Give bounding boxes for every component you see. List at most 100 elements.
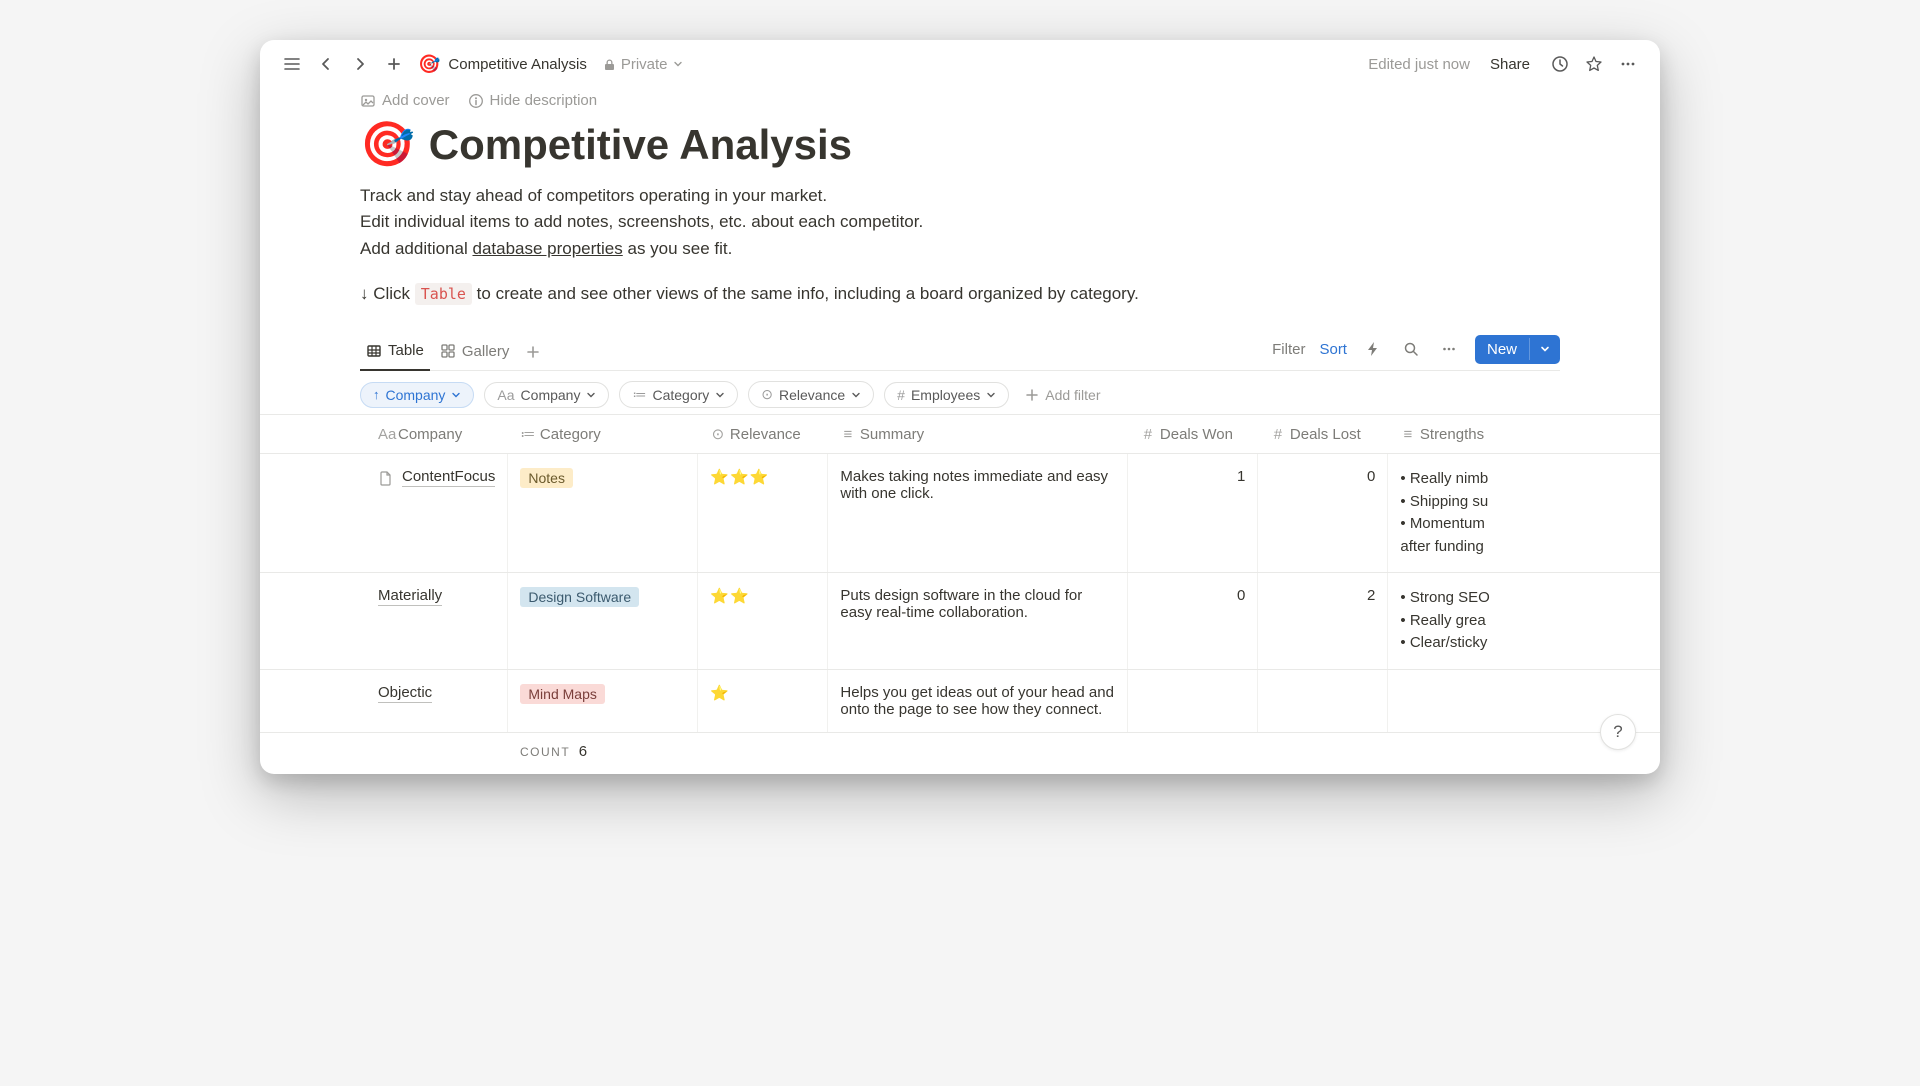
plus-icon [525,344,541,360]
sort-button[interactable]: Sort [1319,341,1347,358]
relevance-stars[interactable]: ⭐⭐ [710,588,749,605]
tab-gallery[interactable]: Gallery [434,335,516,370]
chevron-down-icon [586,390,596,400]
strengths-cell[interactable]: Really nimbShipping suMomentumafter fund… [1388,454,1660,573]
plus-icon [1025,388,1039,402]
view-more-icon[interactable] [1437,337,1461,361]
table-header-row: AaCompany ≔Category ⊙Relevance ≡Summary … [260,415,1660,454]
sort-pill-label: Company [386,387,446,403]
company-cell[interactable]: ContentFocus [378,468,495,487]
menu-icon[interactable] [278,50,306,78]
hide-description-button[interactable]: Hide description [468,92,598,109]
filter-pill-label: Employees [911,387,980,403]
filter-row: ↑ Company AaCompany≔Category⊙Relevance#E… [360,371,1560,414]
deals-won-cell[interactable]: 0 [1128,573,1258,670]
col-strengths[interactable]: ≡Strengths [1388,415,1660,454]
category-tag[interactable]: Design Software [520,587,639,607]
col-summary[interactable]: ≡Summary [828,415,1128,454]
search-icon[interactable] [1399,337,1423,361]
summary-cell[interactable]: Puts design software in the cloud for ea… [828,573,1128,670]
chevron-down-icon [673,59,683,69]
deals-lost-cell[interactable]: 0 [1258,454,1388,573]
breadcrumb[interactable]: 🎯 Competitive Analysis [418,54,587,75]
desc-line-1: Track and stay ahead of competitors oper… [360,183,1560,209]
filter-pill-employees[interactable]: # Employees [884,382,1009,408]
company-cell[interactable]: Objectic [378,684,495,703]
privacy-toggle[interactable]: Private [603,56,683,73]
deals-lost-cell[interactable]: 2 [1258,573,1388,670]
share-button[interactable]: Share [1490,56,1530,73]
forward-icon[interactable] [346,50,374,78]
page-description[interactable]: Track and stay ahead of competitors oper… [360,183,1560,262]
filter-pill-relevance[interactable]: ⊙Relevance [748,381,874,408]
page-emoji[interactable]: 🎯 [360,123,415,167]
chevron-down-icon [451,390,461,400]
help-icon: ? [1613,722,1622,742]
lock-icon [603,58,616,71]
page-title: 🎯 Competitive Analysis [360,121,1560,169]
col-deals-lost[interactable]: #Deals Lost [1258,415,1388,454]
page-icon [378,470,394,486]
add-view-button[interactable] [519,338,547,366]
app-window: 🎯 Competitive Analysis Private Edited ju… [260,40,1660,774]
gallery-icon [440,343,456,359]
add-filter-label: Add filter [1045,387,1100,403]
favorite-icon[interactable] [1580,50,1608,78]
breadcrumb-title: Competitive Analysis [448,56,586,73]
privacy-label: Private [621,56,668,73]
property-type-icon: Aa [497,387,514,403]
new-button-caret[interactable] [1529,338,1560,360]
view-tabs: Table Gallery Filter Sort [360,334,1560,371]
deals-won-cell[interactable] [1128,669,1258,732]
add-filter-button[interactable]: Add filter [1025,387,1100,403]
table-row[interactable]: Materially Design Software ⭐⭐ Puts design s… [260,573,1660,670]
sort-pill[interactable]: ↑ Company [360,382,474,408]
desc-line-2: Edit individual items to add notes, scre… [360,209,1560,235]
tab-table[interactable]: Table [360,334,430,371]
table-row[interactable]: ContentFocus Notes ⭐⭐⭐ Makes taking notes i… [260,454,1660,573]
summary-cell[interactable]: Helps you get ideas out of your head and… [828,669,1128,732]
category-tag[interactable]: Mind Maps [520,684,604,704]
col-relevance[interactable]: ⊙Relevance [698,415,828,454]
col-category[interactable]: ≔Category [508,415,698,454]
new-page-icon[interactable] [380,50,408,78]
filter-pill-company[interactable]: AaCompany [484,382,609,408]
view-actions: Filter Sort New [1272,335,1560,370]
deals-won-cell[interactable]: 1 [1128,454,1258,573]
add-cover-button[interactable]: Add cover [360,92,450,109]
db-properties-link[interactable]: database properties [472,239,622,258]
count-label: COUNT [520,745,570,759]
page-emoji-small: 🎯 [418,54,440,75]
company-cell[interactable]: Materially [378,587,495,606]
filter-pill-category[interactable]: ≔ Category [619,381,738,408]
info-icon [468,93,484,109]
filter-pill-label: Category [652,387,709,403]
count-value: 6 [579,743,587,760]
page-heading[interactable]: Competitive Analysis [429,121,852,169]
count-row: COUNT 6 [260,732,1660,774]
hint-code: Table [415,283,472,305]
col-company[interactable]: AaCompany [260,415,508,454]
property-type-icon: # [897,387,905,403]
relevance-stars[interactable]: ⭐ [710,685,730,702]
more-icon[interactable] [1614,50,1642,78]
strengths-cell[interactable]: Strong SEOReally greaClear/sticky [1388,573,1660,670]
page-hint: ↓ Click Table to create and see other vi… [360,284,1560,304]
filter-pill-label: Relevance [779,387,845,403]
help-button[interactable]: ? [1600,714,1636,750]
property-type-icon: ≔ [632,386,646,403]
deals-lost-cell[interactable] [1258,669,1388,732]
summary-cell[interactable]: Makes taking notes immediate and easy wi… [828,454,1128,573]
relevance-stars[interactable]: ⭐⭐⭐ [710,469,769,486]
automation-icon[interactable] [1361,337,1385,361]
col-deals-won[interactable]: #Deals Won [1128,415,1258,454]
table-row[interactable]: Objectic Mind Maps ⭐ Helps you get ideas ou… [260,669,1660,732]
new-button[interactable]: New [1475,335,1560,364]
desc-line-3: Add additional database properties as yo… [360,236,1560,262]
updates-icon[interactable] [1546,50,1574,78]
filter-button[interactable]: Filter [1272,341,1305,358]
category-tag[interactable]: Notes [520,468,573,488]
back-icon[interactable] [312,50,340,78]
chevron-down-icon [851,390,861,400]
table-icon [366,343,382,359]
